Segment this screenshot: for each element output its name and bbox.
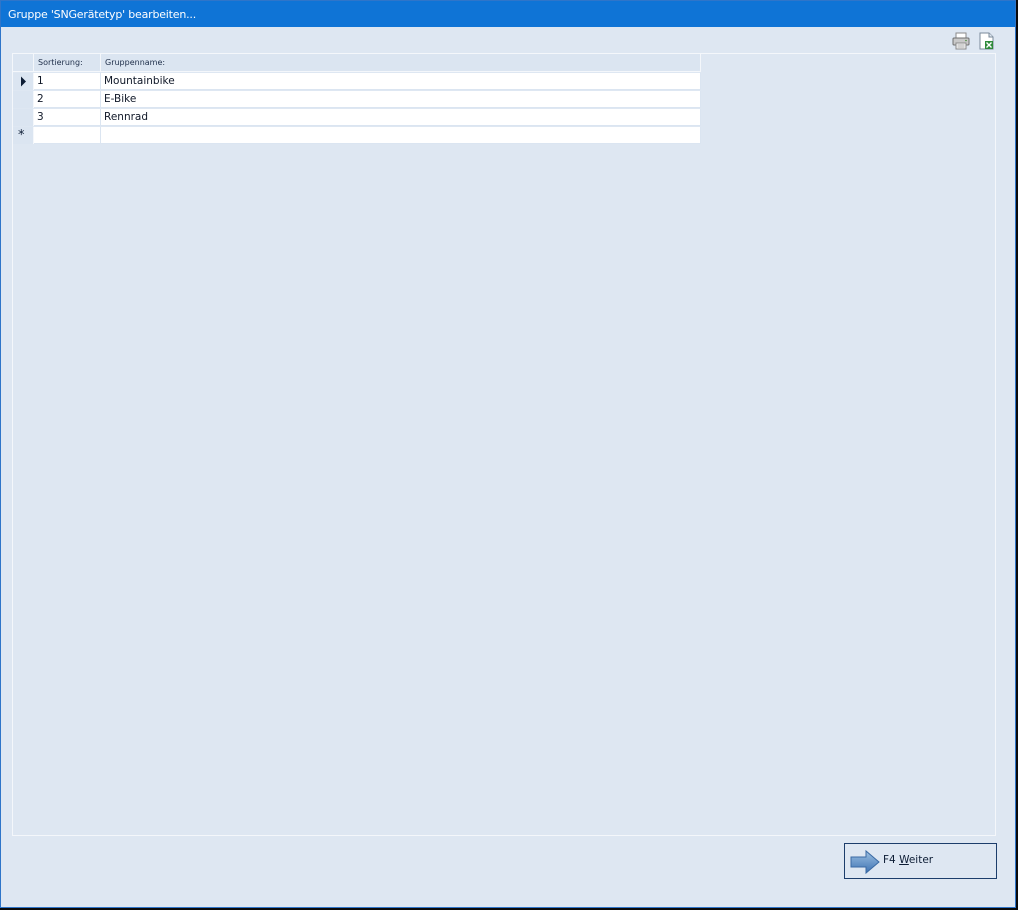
row-selector[interactable]: * — [13, 127, 34, 144]
export-excel-icon[interactable] — [977, 32, 995, 50]
cell-gruppenname-new[interactable] — [101, 127, 701, 144]
weiter-label: F4 Weiter — [883, 854, 934, 866]
cell-sortierung[interactable]: 1 — [34, 73, 101, 90]
grid-panel: Sortierung: Gruppenname: 1 Mountainbike … — [12, 53, 996, 836]
column-header-gruppenname[interactable]: Gruppenname: — [101, 54, 701, 72]
row-selector[interactable] — [13, 91, 34, 108]
table-row[interactable]: 1 Mountainbike — [13, 73, 701, 91]
column-header-label: Sortierung: — [38, 58, 83, 67]
weiter-button[interactable]: F4 Weiter — [844, 843, 997, 879]
cell-sortierung-new[interactable] — [34, 127, 101, 144]
cell-sortierung[interactable]: 2 — [34, 91, 101, 108]
grid-corner[interactable] — [13, 54, 34, 72]
cell-gruppenname[interactable]: Rennrad — [101, 109, 701, 126]
cell-gruppenname[interactable]: Mountainbike — [101, 73, 701, 90]
new-row-marker-icon: * — [18, 128, 25, 143]
row-selector[interactable] — [13, 73, 34, 90]
row-selector[interactable] — [13, 109, 34, 126]
new-row[interactable]: * — [13, 127, 701, 145]
cell-sortierung[interactable]: 3 — [34, 109, 101, 126]
printer-icon[interactable] — [952, 32, 970, 50]
cell-gruppenname[interactable]: E-Bike — [101, 91, 701, 108]
current-row-arrow-icon — [21, 76, 26, 87]
table-row[interactable]: 2 E-Bike — [13, 91, 701, 109]
column-header-label: Gruppenname: — [105, 58, 166, 67]
window-title: Gruppe 'SNGerätetyp' bearbeiten... — [8, 8, 197, 21]
column-header-sortierung[interactable]: Sortierung: — [34, 54, 101, 72]
title-bar[interactable]: Gruppe 'SNGerätetyp' bearbeiten... — [1, 1, 1015, 27]
table-row[interactable]: 3 Rennrad — [13, 109, 701, 127]
dialog-window: Gruppe 'SNGerätetyp' bearbeiten... Sorti… — [0, 0, 1016, 908]
arrow-right-icon — [850, 849, 880, 875]
